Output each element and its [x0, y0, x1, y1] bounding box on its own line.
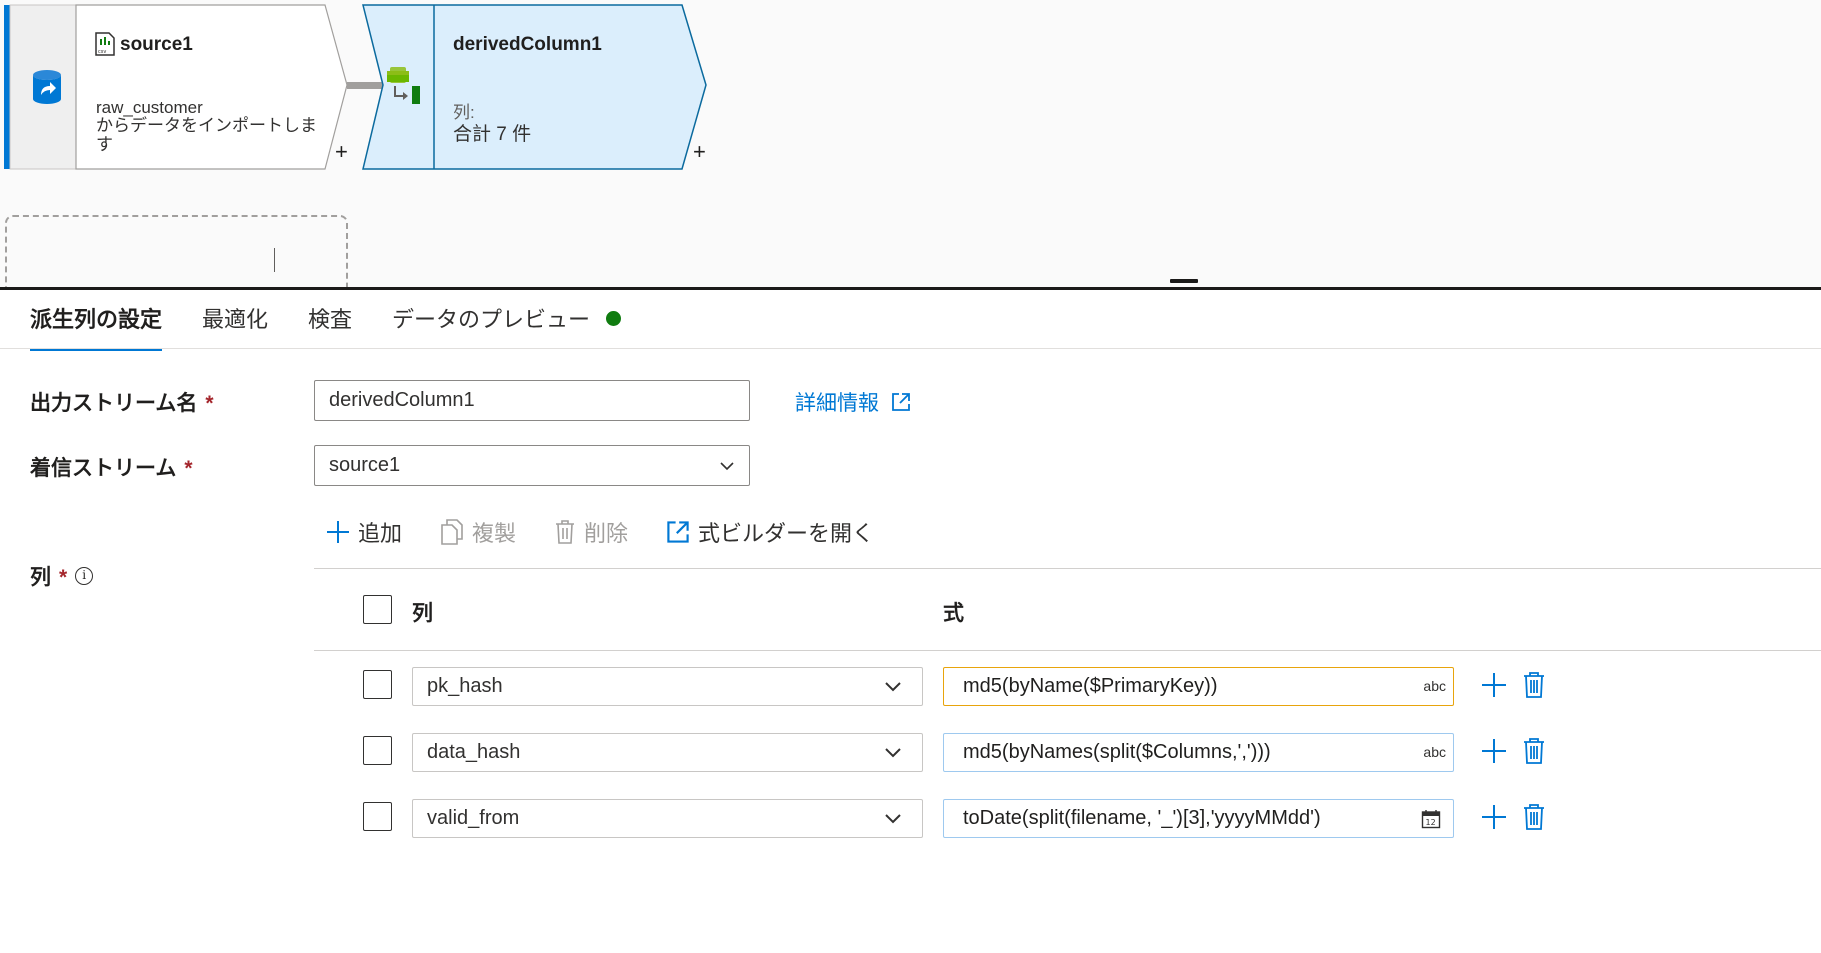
info-icon[interactable]: i: [75, 567, 94, 585]
plus-icon: [327, 521, 349, 543]
chevron-down-icon: [885, 814, 901, 824]
source-node-desc-line3: す: [96, 135, 113, 154]
data-flow-canvas[interactable]: csv source1 raw_customer からデータをインポートしま す…: [0, 0, 1821, 287]
copy-icon: [441, 519, 463, 545]
required-mark: *: [59, 566, 68, 589]
button-label: 削除: [584, 521, 629, 546]
output-stream-label: 出力ストリーム名 *: [30, 387, 214, 417]
tab-label: 派生列の設定: [30, 307, 163, 332]
panel-resize-grip[interactable]: [1170, 279, 1198, 283]
output-stream-name-input[interactable]: derivedColumn1: [314, 380, 750, 421]
tab-optimize[interactable]: 最適化: [202, 304, 268, 348]
incoming-stream-label: 着信ストリーム *: [30, 452, 193, 482]
label-text: 列: [30, 566, 51, 589]
delete-row-icon[interactable]: [1523, 803, 1545, 831]
required-mark: *: [205, 392, 214, 415]
csv-file-icon: csv: [95, 32, 115, 56]
incoming-stream-select[interactable]: source1: [314, 445, 750, 486]
node-connector: [347, 82, 383, 89]
dataset-icon: [33, 70, 61, 104]
duplicate-column-button[interactable]: 複製: [440, 516, 516, 548]
column-name-value: data_hash: [427, 741, 521, 763]
source-node-desc-line2: からデータをインポートしま: [96, 116, 317, 135]
tab-label: 最適化: [202, 307, 269, 332]
label-text: 着信ストリーム: [30, 457, 177, 480]
delete-column-button[interactable]: 削除: [554, 516, 628, 548]
source-node-body[interactable]: [75, 4, 348, 170]
empty-stream-placeholder[interactable]: [5, 215, 348, 287]
column-name-value: valid_from: [427, 807, 520, 829]
derived-node-cols-label: 列:: [453, 103, 475, 122]
select-all-checkbox[interactable]: [363, 595, 392, 624]
button-label: 複製: [472, 521, 517, 546]
more-info-link[interactable]: 詳細情報: [795, 387, 911, 417]
delete-row-icon[interactable]: [1523, 737, 1545, 765]
open-expression-builder-button[interactable]: 式ビルダーを開く: [666, 516, 874, 548]
tab-divider: [0, 348, 1821, 349]
panel-resize-bar[interactable]: [0, 287, 1821, 290]
open-external-icon: [892, 393, 910, 411]
header-divider: [314, 650, 1821, 651]
chevron-down-icon: [720, 462, 734, 471]
derived-column-icon: [387, 67, 420, 104]
toolbar-divider: [314, 568, 1821, 569]
column-name-dropdown[interactable]: valid_from: [412, 799, 923, 838]
column-header-expression: 式: [943, 602, 964, 625]
expression-value: md5(byNames(split($Columns,','))): [963, 741, 1271, 763]
columns-toolbar: 追加 複製 削除 式ビルダーを開く: [326, 516, 912, 548]
canvas-cursor-line: [274, 248, 275, 272]
string-type-badge: abc: [1423, 678, 1446, 694]
select-value: source1: [329, 454, 401, 476]
derived-node-cols-total: 合計 7 件: [453, 124, 532, 145]
column-name-dropdown[interactable]: pk_hash: [412, 667, 923, 706]
open-external-icon: [667, 521, 689, 543]
tab-label: データのプレビュー: [392, 307, 591, 332]
column-name-dropdown[interactable]: data_hash: [412, 733, 923, 772]
tab-label: 検査: [308, 307, 353, 332]
derived-node-title[interactable]: derivedColumn1: [453, 35, 602, 54]
source-node-title[interactable]: source1: [120, 35, 193, 54]
add-row-icon[interactable]: [1481, 738, 1507, 764]
row-checkbox[interactable]: [363, 802, 392, 831]
svg-text:csv: csv: [98, 49, 106, 55]
chevron-down-icon: [885, 748, 901, 758]
button-label: 式ビルダーを開く: [698, 521, 875, 546]
delete-row-icon[interactable]: [1523, 671, 1545, 699]
add-row-icon[interactable]: [1481, 672, 1507, 698]
expression-value: md5(byName($PrimaryKey)): [963, 675, 1218, 697]
expression-input[interactable]: toDate(split(filename, '_')[3],'yyyyMMdd…: [943, 799, 1454, 838]
source-node-accent: [4, 5, 10, 169]
label-text: 出力ストリーム名: [30, 392, 198, 415]
required-mark: *: [184, 457, 193, 480]
trash-icon: [556, 520, 575, 544]
button-label: 追加: [358, 521, 403, 546]
add-after-source-button[interactable]: +: [335, 141, 348, 163]
tab-inspect[interactable]: 検査: [308, 304, 352, 348]
columns-label: 列 * i: [30, 561, 94, 591]
column-header-column: 列: [412, 602, 433, 625]
expression-value: toDate(split(filename, '_')[3],'yyyyMMdd…: [963, 807, 1321, 829]
expression-input[interactable]: md5(byName($PrimaryKey)) abc: [943, 667, 1454, 706]
add-column-button[interactable]: 追加: [326, 516, 402, 548]
expression-input[interactable]: md5(byNames(split($Columns,','))) abc: [943, 733, 1454, 772]
settings-tabs: 派生列の設定 最適化 検査 データのプレビュー: [30, 304, 661, 352]
link-text: 詳細情報: [795, 392, 879, 415]
svg-text:12: 12: [1426, 818, 1436, 827]
string-type-badge: abc: [1423, 744, 1446, 760]
date-type-icon: 12: [1421, 810, 1441, 829]
column-name-value: pk_hash: [427, 675, 503, 697]
tab-derived-column-settings[interactable]: 派生列の設定: [30, 304, 163, 351]
chevron-down-icon: [885, 682, 901, 692]
add-row-icon[interactable]: [1481, 804, 1507, 830]
tab-data-preview[interactable]: データのプレビュー: [392, 304, 622, 348]
add-after-derived-button[interactable]: +: [693, 141, 706, 163]
row-checkbox[interactable]: [363, 736, 392, 765]
status-dot: [606, 311, 622, 326]
row-checkbox[interactable]: [363, 670, 392, 699]
source-node-desc-line1: raw_customer: [96, 98, 203, 117]
